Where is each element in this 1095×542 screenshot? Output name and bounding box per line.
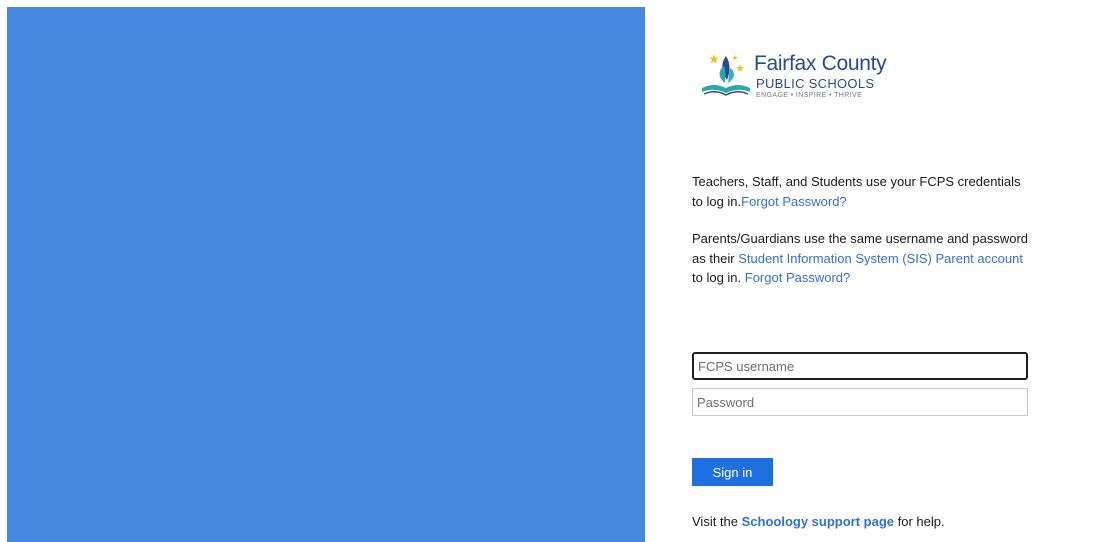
password-input[interactable]: [692, 388, 1028, 416]
schoology-support-link[interactable]: Schoology support page: [742, 514, 894, 529]
fcps-logo-icon: [702, 54, 750, 96]
staff-forgot-password-link[interactable]: Forgot Password?: [741, 194, 847, 209]
login-panel: Fairfax County PUBLIC SCHOOLS ENGAGE • I…: [692, 0, 1032, 542]
username-input[interactable]: [692, 352, 1028, 380]
parent-instructions-text-2: to log in.: [692, 270, 745, 285]
sign-in-button[interactable]: Sign in: [692, 458, 773, 486]
help-text: Visit the Schoology support page for hel…: [692, 512, 1032, 532]
parent-instructions: Parents/Guardians use the same username …: [692, 229, 1032, 288]
staff-instructions: Teachers, Staff, and Students use your F…: [692, 172, 1032, 211]
logo-tagline: ENGAGE • INSPIRE • THRIVE: [756, 92, 863, 99]
help-prefix: Visit the: [692, 514, 742, 529]
parent-forgot-password-link[interactable]: Forgot Password?: [745, 270, 851, 285]
background-image-panel: [7, 7, 645, 542]
sis-parent-account-link[interactable]: Student Information System (SIS) Parent …: [738, 251, 1023, 266]
help-suffix: for help.: [894, 514, 945, 529]
logo-subtitle: PUBLIC SCHOOLS: [756, 76, 875, 91]
fcps-logo: Fairfax County PUBLIC SCHOOLS ENGAGE • I…: [700, 48, 900, 104]
logo-title: Fairfax County: [754, 52, 887, 75]
